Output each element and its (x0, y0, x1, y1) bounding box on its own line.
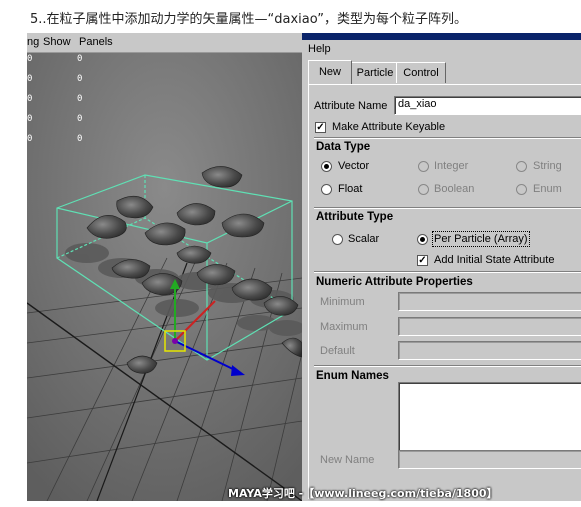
numeric-properties-title: Numeric Attribute Properties (316, 276, 473, 288)
initial-state-checkbox[interactable]: ✓ (417, 255, 428, 266)
new-name-field[interactable] (398, 450, 581, 469)
viewport-menubar: ng Show Panels (27, 33, 302, 53)
maximum-field[interactable] (398, 317, 581, 336)
svg-text:0: 0 (27, 134, 32, 144)
enum-names-title: Enum Names (316, 370, 389, 382)
dialog-menu-help[interactable]: Help (308, 43, 331, 55)
radio-per-particle-array[interactable] (417, 234, 428, 245)
svg-text:0: 0 (77, 114, 82, 124)
watermark-text: MAYA学习吧 -【www.lineeg.com/tieba/1800】 (228, 487, 498, 500)
attribute-name-field[interactable]: da_xiao (394, 96, 581, 115)
radio-boolean-label: Boolean (434, 183, 475, 195)
menu-item-show[interactable]: Show (43, 36, 71, 48)
radio-float-label: Float (338, 183, 363, 195)
attribute-name-label: Attribute Name (314, 100, 388, 112)
radio-boolean[interactable] (418, 184, 429, 195)
radio-per-particle-label: Per Particle (Array) (432, 231, 530, 247)
enum-names-list[interactable] (398, 382, 581, 451)
default-label: Default (320, 345, 355, 357)
radio-enum-label: Enum (533, 183, 562, 195)
minimum-field[interactable] (398, 292, 581, 311)
svg-text:0: 0 (27, 54, 32, 64)
radio-float[interactable] (321, 184, 332, 195)
radio-string[interactable] (516, 161, 527, 172)
radio-scalar[interactable] (332, 234, 343, 245)
tab-particle[interactable]: Particle (350, 62, 400, 83)
svg-text:0: 0 (27, 114, 32, 124)
tab-control[interactable]: Control (396, 62, 446, 83)
maya-viewport-panel[interactable]: ng Show Panels 0 0 0 0 0 0 0 0 0 0 (27, 33, 302, 501)
menu-item-view[interactable]: ng (27, 36, 39, 48)
maximum-label: Maximum (320, 321, 368, 333)
radio-string-label: String (533, 160, 562, 172)
tab-new[interactable]: New (308, 60, 352, 84)
make-keyable-checkbox[interactable]: ✓ (315, 122, 326, 133)
dialog-titlebar[interactable] (302, 33, 581, 40)
minimum-label: Minimum (320, 296, 365, 308)
default-field[interactable] (398, 341, 581, 360)
data-type-title: Data Type (316, 141, 371, 153)
radio-integer-label: Integer (434, 160, 469, 172)
svg-text:0: 0 (77, 74, 82, 84)
svg-text:0: 0 (27, 94, 32, 104)
svg-text:0: 0 (27, 74, 32, 84)
svg-text:0: 0 (77, 94, 82, 104)
viewport-3d-scene[interactable]: 0 0 0 0 0 0 0 0 0 0 (27, 53, 302, 501)
new-name-label: New Name (320, 454, 375, 466)
radio-enum[interactable] (516, 184, 527, 195)
add-attribute-dialog: Help New Particle Control Attribute Name… (302, 33, 581, 501)
svg-text:0: 0 (77, 54, 82, 64)
make-keyable-label: Make Attribute Keyable (332, 121, 446, 133)
caption-text: 5..在粒子属性中添加动力学的矢量属性—“daxiao”，类型为每个粒子阵列。 (30, 12, 467, 27)
attribute-type-title: Attribute Type (316, 211, 394, 223)
radio-integer[interactable] (418, 161, 429, 172)
svg-text:0: 0 (77, 134, 82, 144)
radio-scalar-label: Scalar (348, 233, 380, 245)
radio-vector-label: Vector (338, 160, 370, 172)
menu-item-panels[interactable]: Panels (79, 36, 113, 48)
attribute-name-value: da_xiao (398, 98, 437, 110)
radio-vector[interactable] (321, 161, 332, 172)
initial-state-label: Add Initial State Attribute (434, 254, 555, 266)
